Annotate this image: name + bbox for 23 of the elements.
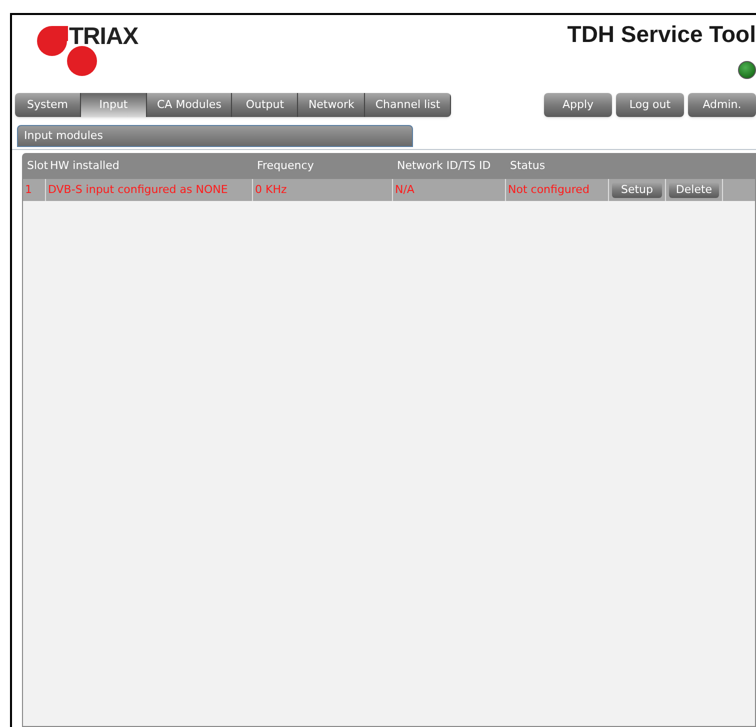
- column-header: HW installed: [49, 158, 120, 174]
- action-button[interactable]: Apply: [544, 93, 612, 117]
- row-action-button[interactable]: Setup: [612, 182, 662, 198]
- action-button[interactable]: Admin.: [688, 93, 756, 117]
- table-cell: N/A: [393, 179, 506, 201]
- nav-tab[interactable]: Channel list: [365, 93, 452, 117]
- table-cell: 1: [23, 179, 46, 201]
- row-action-button[interactable]: Delete: [669, 182, 719, 198]
- table-cell: 0 KHz: [253, 179, 393, 201]
- nav-tab[interactable]: Network: [298, 93, 366, 117]
- triax-logo: TRIAX: [35, 23, 150, 78]
- column-header: Status: [509, 158, 546, 174]
- nav-tab[interactable]: Input: [81, 93, 147, 117]
- action-button[interactable]: Log out: [616, 93, 684, 117]
- table-cell: DVB-S input configured as NONE: [46, 179, 253, 201]
- nav-tab[interactable]: System: [15, 93, 81, 117]
- column-header: Slot: [26, 158, 46, 174]
- column-header: Frequency: [256, 158, 315, 174]
- app-title: TDH Service Tool: [567, 20, 756, 49]
- nav-tab[interactable]: CA Modules: [147, 93, 232, 117]
- table-cell: Not configured: [506, 179, 609, 201]
- column-header: Network ID/TS ID: [396, 158, 492, 174]
- nav-tab[interactable]: Output: [232, 93, 298, 117]
